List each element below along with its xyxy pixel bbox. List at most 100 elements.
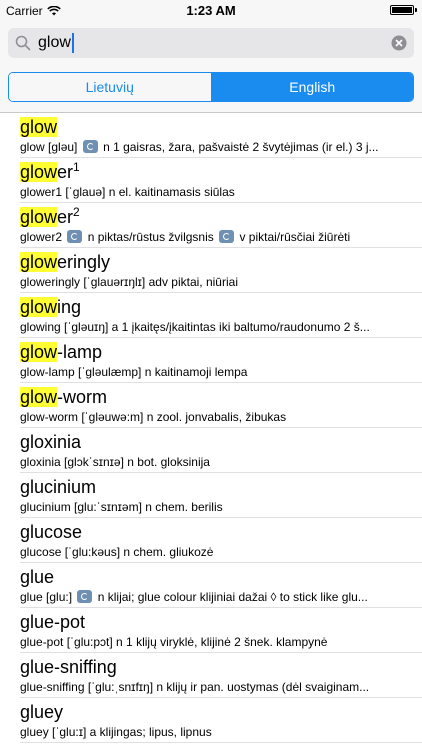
- definition-text: gluey [ˈglu:ɪ] a klijingas; lipus, lipnu…: [20, 725, 212, 739]
- headword-highlight: glow: [20, 387, 58, 407]
- definition-preview: gloxinia [glɔkˈsɪnɪə] n bot. gloksinija: [20, 454, 404, 470]
- definition-preview: glow [gləu] n 1 gaisras, žara, pašvaistė…: [20, 139, 404, 155]
- definition-preview: gloweringly [ˈglauərɪŋlɪ] adv piktai, ni…: [20, 274, 404, 290]
- list-item[interactable]: glower1 glower1 [ˈglauə] n el. kaitinamas…: [20, 158, 422, 203]
- sound-icon[interactable]: [82, 140, 98, 153]
- search-icon: [8, 35, 38, 51]
- headword: glue-sniffing: [20, 655, 117, 679]
- sound-icon[interactable]: [219, 230, 235, 243]
- definition-text: glue-pot [ˈglu:pɔt] n 1 klijų viryklė, k…: [20, 635, 328, 649]
- clock: 1:23 AM: [186, 3, 236, 18]
- list-item[interactable]: glucinium glucinium [glu:ˈsɪnɪəm] n chem.…: [20, 473, 422, 518]
- headword-highlight: glow: [20, 252, 58, 272]
- list-item[interactable]: glucose glucose [ˈglu:kəus] n chem. gliuk…: [20, 518, 422, 563]
- headword: glucinium: [20, 475, 96, 499]
- headword-text: glue: [20, 567, 55, 587]
- definition-preview: glower1 [ˈglauə] n el. kaitinamasis siūl…: [20, 184, 404, 200]
- text-caret: [71, 33, 74, 53]
- list-item[interactable]: gluey gluey [ˈglu:ɪ] a klijingas; lipus, …: [20, 698, 422, 743]
- headword-highlight: glow: [20, 297, 58, 317]
- sound-icon[interactable]: [77, 590, 93, 603]
- definition-text: glue-sniffing [ˈglu:ˌsnɪfɪŋ] n klijų ir …: [20, 680, 370, 694]
- headword-text: glue-pot: [20, 612, 86, 632]
- list-item[interactable]: glow-worm glow-worm [ˈgləuwə:m] n zool. j…: [20, 383, 422, 428]
- headword-suffix: er: [57, 162, 74, 182]
- headword: glower1: [20, 160, 80, 184]
- clear-search-button[interactable]: [384, 35, 414, 51]
- definition-preview: glower2 n piktas/rūstus žvilgsnis v pikt…: [20, 229, 404, 245]
- definition-text: glower1 [ˈglauə] n el. kaitinamasis siūl…: [20, 185, 235, 199]
- list-item[interactable]: glowing glowing [ˈgləuɪŋ] a 1 įkaitęs/įka…: [20, 293, 422, 338]
- headword-text: gloxinia: [20, 432, 82, 452]
- status-bar: Carrier 1:23 AM: [0, 0, 422, 20]
- clear-icon: [391, 35, 407, 51]
- headword-suffix: eringly: [57, 252, 111, 272]
- definition-text: n 1 gaisras, žara, pašvaistė 2 švytėjima…: [103, 140, 379, 154]
- headword: glow: [20, 115, 58, 139]
- definition-text: v piktai/rūsčiai žiūrėti: [239, 230, 351, 244]
- definition-preview: glue [glu:] n klijai; glue colour klijin…: [20, 589, 404, 605]
- headword: glow-worm: [20, 385, 107, 409]
- list-item[interactable]: glower2 glower2 n piktas/rūstus žvilgsnis…: [20, 203, 422, 248]
- headword: gluey: [20, 700, 63, 724]
- definition-preview: glue-sniffing [ˈglu:ˌsnɪfɪŋ] n klijų ir …: [20, 679, 404, 695]
- battery-icon: [390, 5, 417, 15]
- homonym-number: 2: [73, 205, 80, 219]
- list-item[interactable]: glue-pot glue-pot [ˈglu:pɔt] n 1 klijų vi…: [20, 608, 422, 653]
- headword-highlight: glow: [20, 162, 58, 182]
- headword-text: glue-sniffing: [20, 657, 117, 677]
- definition-preview: glucinium [glu:ˈsɪnɪəm] n chem. berilis: [20, 499, 404, 515]
- headword-text: gluey: [20, 702, 64, 722]
- definition-preview: glow-lamp [ˈgləulæmp] n kaitinamoji lemp…: [20, 364, 404, 380]
- homonym-number: 1: [73, 160, 80, 174]
- definition-text: glow-lamp [ˈgləulæmp] n kaitinamoji lemp…: [20, 365, 248, 379]
- headword-text: glucose: [20, 522, 83, 542]
- definition-text: glucinium [glu:ˈsɪnɪəm] n chem. berilis: [20, 500, 223, 514]
- list-item[interactable]: glow glow [gləu] n 1 gaisras, žara, pašva…: [20, 113, 422, 158]
- list-item[interactable]: glow-lamp glow-lamp [ˈgləulæmp] n kaitina…: [20, 338, 422, 383]
- results-list[interactable]: glow glow [gləu] n 1 gaisras, žara, pašva…: [0, 113, 422, 750]
- headword: gloxinia: [20, 430, 81, 454]
- definition-preview: glow-worm [ˈgləuwə:m] n zool. jonvabalis…: [20, 409, 404, 425]
- segment-lietuviu[interactable]: Lietuvių: [9, 73, 212, 101]
- language-segmented-control: Lietuvių English: [8, 72, 414, 102]
- definition-text: glowing [ˈgləuɪŋ] a 1 įkaitęs/įkaitintas…: [20, 320, 370, 334]
- headword-text: glucinium: [20, 477, 97, 497]
- definition-preview: glowing [ˈgləuɪŋ] a 1 įkaitęs/įkaitintas…: [20, 319, 404, 335]
- definition-preview: gluey [ˈglu:ɪ] a klijingas; lipus, lipnu…: [20, 724, 404, 740]
- headword: glow-lamp: [20, 340, 102, 364]
- definition-preview: glucose [ˈglu:kəus] n chem. gliukozė: [20, 544, 404, 560]
- definition-text: glower2: [20, 230, 63, 244]
- headword: glucose: [20, 520, 82, 544]
- definition-preview: glue-pot [ˈglu:pɔt] n 1 klijų viryklė, k…: [20, 634, 404, 650]
- list-item[interactable]: glue glue [glu:] n klijai; glue colour kl…: [20, 563, 422, 608]
- definition-text: glue [glu:]: [20, 590, 73, 604]
- definition-text: glow [gləu]: [20, 140, 78, 154]
- headword: glue: [20, 565, 54, 589]
- definition-text: gloxinia [glɔkˈsɪnɪə] n bot. gloksinija: [20, 455, 210, 469]
- headword-highlight: glow: [20, 342, 58, 362]
- segment-english[interactable]: English: [211, 73, 413, 101]
- search-input-value: glow: [38, 34, 71, 51]
- headword-suffix: er: [57, 207, 74, 227]
- sound-icon[interactable]: [67, 230, 83, 243]
- headword-suffix: -lamp: [57, 342, 103, 362]
- headword-highlight: glow: [20, 117, 58, 137]
- definition-text: n piktas/rūstus žvilgsnis: [87, 230, 214, 244]
- headword-highlight: glow: [20, 207, 58, 227]
- list-item[interactable]: gloweringly gloweringly [ˈglauərɪŋlɪ] adv…: [20, 248, 422, 293]
- headword-suffix: ing: [57, 297, 82, 317]
- search-input[interactable]: glow: [38, 33, 384, 53]
- definition-text: n klijai; glue colour klijiniai dažai ◊ …: [97, 590, 368, 604]
- definition-text: glow-worm [ˈgləuwə:m] n zool. jonvabalis…: [20, 410, 287, 424]
- definition-text: glucose [ˈglu:kəus] n chem. gliukozė: [20, 545, 214, 559]
- top-bar: Carrier 1:23 AM glow Lietuvių English: [0, 0, 422, 113]
- headword: glue-pot: [20, 610, 85, 634]
- headword: gloweringly: [20, 250, 110, 274]
- headword-suffix: -worm: [57, 387, 108, 407]
- headword: glower2: [20, 205, 80, 229]
- list-item[interactable]: gloxinia gloxinia [glɔkˈsɪnɪə] n bot. glo…: [20, 428, 422, 473]
- search-bar[interactable]: glow: [8, 28, 414, 58]
- headword: glowing: [20, 295, 81, 319]
- list-item[interactable]: glue-sniffing glue-sniffing [ˈglu:ˌsnɪfɪŋ…: [20, 653, 422, 698]
